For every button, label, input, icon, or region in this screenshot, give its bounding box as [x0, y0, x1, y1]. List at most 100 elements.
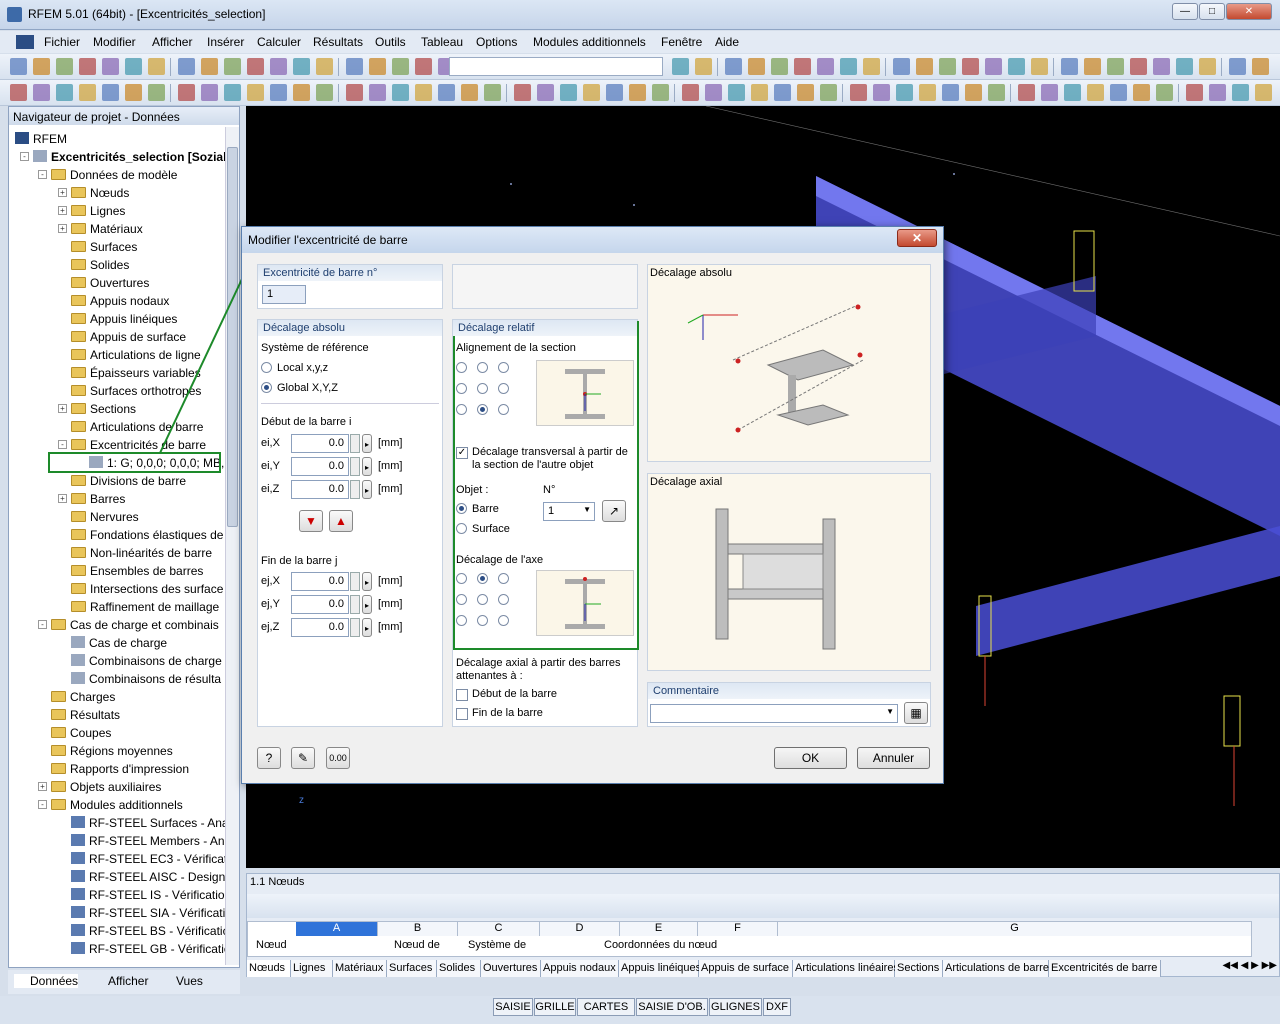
help-button[interactable]: ? — [257, 747, 281, 769]
toolbar-icon[interactable] — [346, 84, 363, 101]
toolbar-icon[interactable] — [102, 58, 119, 75]
toolbar-icon[interactable] — [985, 58, 1002, 75]
spin-button[interactable] — [350, 572, 360, 591]
status-toggle[interactable]: DXF — [763, 998, 791, 1016]
align-radio[interactable] — [456, 573, 467, 584]
column-header[interactable]: B — [378, 922, 458, 936]
toolbar-icon[interactable] — [1232, 84, 1249, 101]
toolbar-icon[interactable] — [1209, 84, 1226, 101]
units-button[interactable]: 0.00 — [326, 747, 350, 769]
tree-top-item[interactable]: Régions moyennes — [51, 742, 173, 760]
toolbar-icon[interactable] — [346, 58, 363, 75]
toolbar-icon[interactable] — [748, 58, 765, 75]
toolbar-icon[interactable] — [148, 58, 165, 75]
status-toggle[interactable]: SAISIE — [493, 998, 533, 1016]
offset-input[interactable]: 0.0 — [291, 480, 349, 499]
comment-library-button[interactable]: ▦ — [904, 702, 928, 724]
tree-item[interactable]: Appuis linéiques — [71, 310, 177, 328]
toolbar-icon[interactable] — [148, 84, 165, 101]
object-bar-radio[interactable] — [456, 503, 467, 514]
toolbar-icon[interactable] — [1041, 84, 1058, 101]
status-toggle[interactable]: GLIGNES — [709, 998, 762, 1016]
ok-button[interactable]: OK — [774, 747, 847, 769]
copy-down-button[interactable]: ▼ — [299, 510, 323, 532]
tree-top-item[interactable]: Rapports d'impression — [51, 760, 189, 778]
toolbar-icon[interactable] — [988, 84, 1005, 101]
tree-item[interactable]: Solides — [71, 256, 129, 274]
navigator-scroll-thumb[interactable] — [227, 147, 238, 527]
column-header[interactable]: E — [620, 922, 698, 936]
spin-button[interactable] — [350, 434, 360, 453]
toolbar-icon[interactable] — [1252, 58, 1269, 75]
minimize-button[interactable]: — — [1172, 3, 1198, 20]
toolbar-icon[interactable] — [728, 84, 745, 101]
toolbar-icon[interactable] — [962, 58, 979, 75]
maximize-button[interactable]: □ — [1199, 3, 1225, 20]
toolbar-icon[interactable] — [965, 84, 982, 101]
tree-item[interactable]: Appuis de surface — [71, 328, 186, 346]
align-radio[interactable] — [498, 404, 509, 415]
copy-up-button[interactable]: ▲ — [329, 510, 353, 532]
toolbar-combo[interactable] — [449, 57, 663, 76]
tree-item[interactable]: Divisions de barre — [71, 472, 186, 490]
table-tab[interactable]: Matériaux — [333, 960, 387, 977]
status-toggle[interactable]: GRILLE — [534, 998, 576, 1016]
align-radio[interactable] — [498, 594, 509, 605]
tree-load-item[interactable]: Cas de charge — [71, 634, 167, 652]
align-radio[interactable] — [477, 594, 488, 605]
tree-module[interactable]: RF-STEEL EC3 - Vérificat — [71, 850, 225, 868]
menu-inserer[interactable]: Insérer — [207, 35, 244, 49]
dialog-close-button[interactable]: ✕ — [897, 229, 937, 247]
toolbar-icon[interactable] — [224, 58, 241, 75]
toolbar-icon[interactable] — [1133, 84, 1150, 101]
menu-calculer[interactable]: Calculer — [257, 35, 301, 49]
tree-root[interactable]: RFEM — [15, 130, 67, 148]
align-radio[interactable] — [498, 362, 509, 373]
toolbar-icon[interactable] — [514, 84, 531, 101]
toolbar-icon[interactable] — [896, 84, 913, 101]
table-tab[interactable]: Appuis de surface — [699, 960, 793, 977]
expander-icon[interactable]: - — [38, 620, 47, 629]
toolbar-icon[interactable] — [79, 84, 96, 101]
expander-icon[interactable]: + — [58, 224, 67, 233]
spin-button[interactable] — [350, 618, 360, 637]
tree-item[interactable]: + Matériaux — [58, 220, 143, 238]
pick-value-button[interactable]: ▸ — [362, 572, 372, 591]
align-radio[interactable] — [456, 362, 467, 373]
tree-module[interactable]: RF-STEEL Members - An — [71, 832, 225, 850]
tree-item[interactable]: - Excentricités de barre — [58, 436, 206, 454]
toolbar-icon[interactable] — [771, 58, 788, 75]
tree-load-item[interactable]: Combinaisons de charge — [71, 652, 222, 670]
tree-top-item[interactable]: Résultats — [51, 706, 120, 724]
toolbar-icon[interactable] — [56, 84, 73, 101]
column-header[interactable]: G — [778, 922, 1252, 936]
toolbar-icon[interactable] — [1018, 84, 1035, 101]
toolbar-icon[interactable] — [1229, 58, 1246, 75]
toolbar-icon[interactable] — [125, 84, 142, 101]
tree-item[interactable]: + Barres — [58, 490, 125, 508]
toolbar-icon[interactable] — [178, 58, 195, 75]
comment-input[interactable]: ▼ — [650, 704, 898, 723]
column-header[interactable]: A — [296, 922, 378, 936]
toolbar-icon[interactable] — [79, 58, 96, 75]
cancel-button[interactable]: Annuler — [857, 747, 930, 769]
toolbar-icon[interactable] — [797, 84, 814, 101]
toolbar-icon[interactable] — [247, 84, 264, 101]
table-tab[interactable]: Sections — [895, 960, 943, 977]
toolbar-icon[interactable] — [916, 58, 933, 75]
tree-item[interactable]: Raffinement de maillage — [71, 598, 219, 616]
start-bar-checkbox[interactable] — [456, 689, 468, 701]
tree-top-item[interactable]: + Objets auxiliaires — [38, 778, 161, 796]
tree-item[interactable]: Nervures — [71, 508, 139, 526]
tree-project[interactable]: - Excentricités_selection [Sozial — [20, 148, 225, 166]
spin-button[interactable] — [350, 457, 360, 476]
toolbar-icon[interactable] — [1153, 58, 1170, 75]
align-radio[interactable] — [498, 615, 509, 626]
pick-value-button[interactable]: ▸ — [362, 618, 372, 637]
table-tab[interactable]: Articulations de barre — [943, 960, 1049, 977]
toolbar-icon[interactable] — [438, 84, 455, 101]
table-tab[interactable]: Articulations linéaires — [793, 960, 899, 977]
toolbar-icon[interactable] — [817, 58, 834, 75]
toolbar-icon[interactable] — [293, 84, 310, 101]
tree-top-item[interactable]: - Modules additionnels — [38, 796, 183, 814]
